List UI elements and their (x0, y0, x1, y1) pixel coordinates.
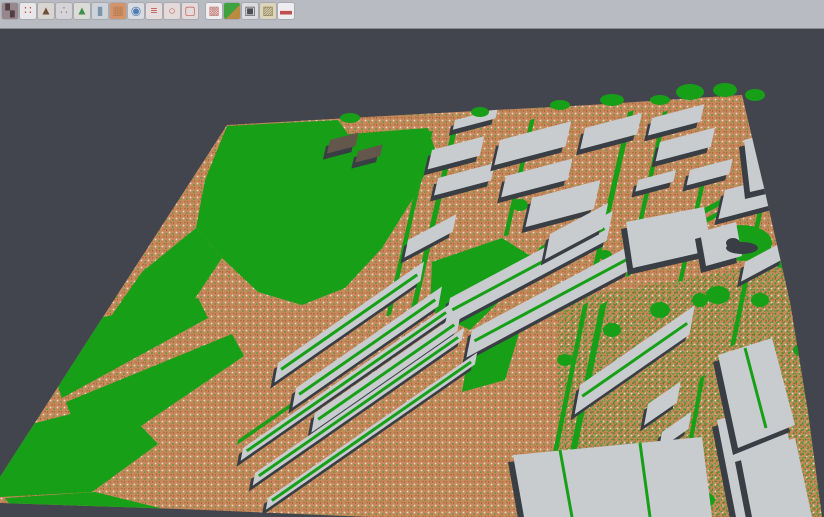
align-points-icon[interactable]: ∷ (20, 3, 36, 19)
point-cloud-icon[interactable]: ∴ (56, 3, 72, 19)
measure-notes-icon[interactable]: ▨ (260, 3, 276, 19)
surface-mesh-icon[interactable]: ▲ (74, 3, 90, 19)
profile-view-icon[interactable]: ▮ (92, 3, 108, 19)
dense-cloud-icon[interactable]: ◉ (128, 3, 144, 19)
camera-views-icon[interactable]: ▣ (242, 3, 258, 19)
application-window: ▚∷▲∴▲▮▦◉≡○▢▩▣▨▬ (0, 0, 824, 517)
terrain-model-icon[interactable]: ▲ (38, 3, 54, 19)
orthomosaic-icon[interactable]: ▦ (110, 3, 126, 19)
viewport-3d[interactable] (0, 29, 824, 517)
layer-stack-icon[interactable]: ≡ (146, 3, 162, 19)
rect-select-icon[interactable]: ▢ (182, 3, 198, 19)
classify-colors-icon[interactable] (224, 3, 240, 19)
raster-grid-icon[interactable]: ▩ (206, 3, 222, 19)
point-cloud-scene (0, 0, 824, 517)
open-project-icon[interactable]: ▚ (2, 3, 18, 19)
flag-label-icon[interactable]: ▬ (278, 3, 294, 19)
toolbar: ▚∷▲∴▲▮▦◉≡○▢▩▣▨▬ (0, 0, 824, 29)
circle-select-icon[interactable]: ○ (164, 3, 180, 19)
